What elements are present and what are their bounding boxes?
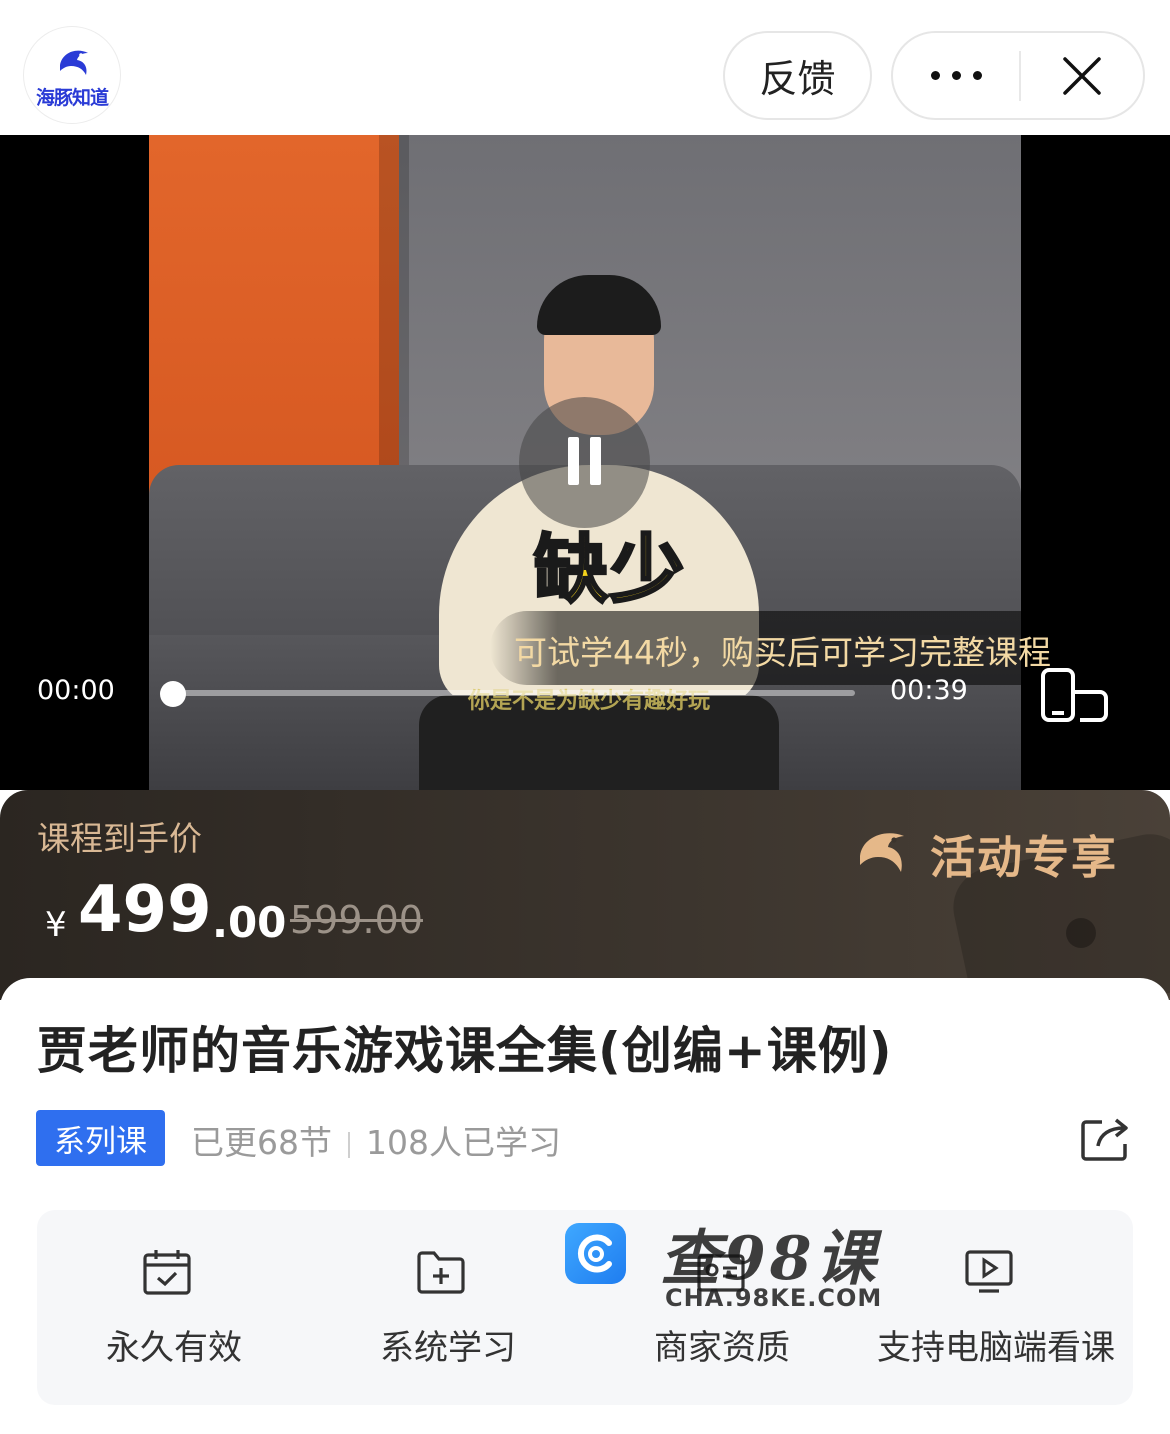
feature-item-system: 系统学习 <box>311 1210 585 1405</box>
banner-decoration-dot <box>1066 918 1096 948</box>
folder-add-icon <box>417 1251 465 1294</box>
learner-count: 108人已学习 <box>366 1123 561 1162</box>
more-dots-icon[interactable] <box>893 33 1019 118</box>
current-time: 00:00 <box>37 675 115 706</box>
price-banner: 课程到手价 ¥ 499 .00 599.00 活动专享 <box>0 790 1170 1000</box>
watermark-url: CHA.98KE.COM <box>665 1284 883 1312</box>
close-icon <box>1063 56 1101 95</box>
series-badge: 系列课 <box>36 1110 165 1166</box>
original-price: 599.00 <box>290 898 423 942</box>
watermark-logo-icon <box>565 1223 626 1284</box>
course-info-card: 贾老师的音乐游戏课全集(创编+课例) 系列课 已更68节 108人已学习 永久有效 <box>0 978 1170 1434</box>
calendar-check-icon <box>143 1250 191 1295</box>
total-time: 00:39 <box>890 675 968 706</box>
feature-label: 永久有效 <box>106 1328 242 1368</box>
meta-divider <box>348 1131 350 1158</box>
feature-label: 商家资质 <box>654 1328 790 1368</box>
video-player[interactable]: 缺少 你是不是为缺少有趣好玩 可试学44秒，购买后可学习完整课程 00:00 0… <box>0 135 1170 790</box>
updated-count: 已更68节 <box>191 1123 332 1162</box>
course-meta: 已更68节 108人已学习 <box>191 1116 561 1164</box>
app-logo[interactable]: 海豚知道 <box>24 27 120 123</box>
price-integer: 499 <box>78 873 212 947</box>
trial-tip-text: 可试学44秒，购买后可学习完整课程 <box>514 633 1051 672</box>
close-button[interactable] <box>1021 33 1143 118</box>
logo-text: 海豚知道 <box>35 87 109 109</box>
pause-button[interactable] <box>519 397 650 528</box>
dolphin-logo-icon <box>60 50 88 75</box>
presenter-hair <box>537 275 661 335</box>
feature-item-permanent: 永久有效 <box>37 1210 311 1405</box>
price-label: 课程到手价 <box>37 819 202 858</box>
video-caption-word: 缺少 <box>533 526 686 615</box>
trial-tip: 可试学44秒，购买后可学习完整课程 <box>490 611 1051 685</box>
promo-tag: 活动专享 <box>852 818 1118 888</box>
video-subtitle: 你是不是为缺少有趣好玩 <box>467 689 710 714</box>
pause-icon <box>568 437 579 485</box>
currency-symbol: ¥ <box>45 905 67 945</box>
feedback-button[interactable]: 反馈 <box>723 31 872 120</box>
price-decimal: .00 <box>212 898 287 947</box>
course-title: 贾老师的音乐游戏课全集(创编+课例) <box>37 1022 893 1080</box>
mini-program-capsule <box>891 31 1145 120</box>
fullscreen-rotate-icon[interactable] <box>1040 668 1110 724</box>
watermark-c-icon <box>577 1234 612 1273</box>
monitor-play-icon <box>965 1250 1013 1293</box>
share-icon[interactable] <box>1080 1116 1130 1162</box>
progress-track[interactable] <box>160 690 855 696</box>
pause-icon-bar <box>590 437 601 485</box>
top-bar: 海豚知道 反馈 <box>0 0 1170 135</box>
feature-label: 系统学习 <box>380 1328 516 1368</box>
feature-label: 支持电脑端看课 <box>877 1328 1115 1368</box>
progress-knob[interactable] <box>160 681 186 707</box>
promo-text: 活动专享 <box>930 830 1119 884</box>
feature-item-pc: 支持电脑端看课 <box>859 1210 1133 1405</box>
dolphin-promo-icon <box>860 833 904 872</box>
